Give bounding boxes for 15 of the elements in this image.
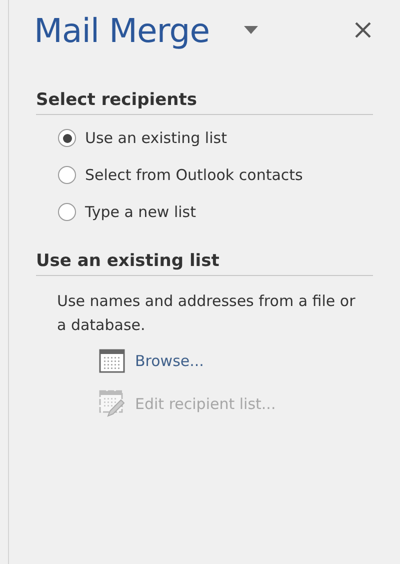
section-heading: Use an existing list (36, 251, 373, 276)
radio-button[interactable] (58, 203, 76, 221)
section-heading: Select recipients (36, 90, 373, 115)
calendar-icon (99, 349, 125, 373)
close-icon (354, 21, 372, 39)
radio-label[interactable]: Use an existing list (85, 129, 227, 147)
radio-button[interactable] (58, 129, 76, 147)
section-description: Use names and addresses from a file or a database. (57, 291, 356, 336)
pane-title: Mail Merge (34, 10, 210, 50)
browse-link[interactable]: Browse... (99, 349, 374, 373)
dropdown-icon (244, 26, 258, 34)
calendar-pencil-icon (99, 390, 125, 418)
radio-button[interactable] (58, 166, 76, 184)
radio-label[interactable]: Select from Outlook contacts (85, 166, 303, 184)
radio-label[interactable]: Type a new list (85, 203, 196, 221)
